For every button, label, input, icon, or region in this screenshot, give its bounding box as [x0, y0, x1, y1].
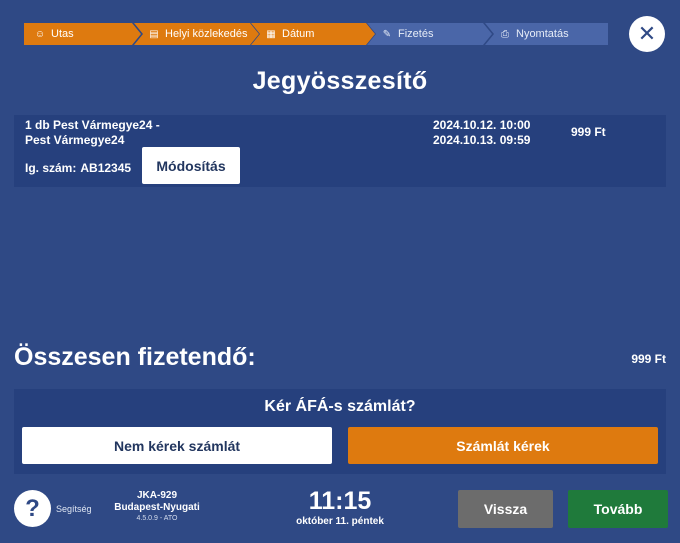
- step-utas[interactable]: ☺ Utas: [24, 23, 141, 45]
- device-version: 4.5.0.9 - ATO: [136, 515, 178, 522]
- printer-icon: ⎙: [501, 28, 509, 40]
- ticket-id-value: AB12345: [80, 161, 132, 175]
- close-button[interactable]: ✕: [629, 16, 665, 52]
- close-icon: ✕: [637, 21, 657, 46]
- clock-time: 11:15: [308, 487, 372, 515]
- request-invoice-button[interactable]: Számlát kérek: [348, 427, 658, 464]
- ticket-row: 1 db Pest Vármegye24 - Pest Vármegye24 I…: [14, 115, 666, 187]
- total-value: 999 Ft: [631, 352, 666, 366]
- tickets-icon: ✎: [382, 28, 392, 40]
- step-nyomtatas: ⎙ Nyomtatás: [485, 23, 608, 45]
- progress-stepper: ☺ Utas ▤ Helyi közlekedés ▦ Dátum ✎ Fize…: [24, 23, 608, 45]
- device-id: JKA-929: [136, 490, 178, 501]
- ticket-id-label: Ig. szám:: [25, 161, 77, 175]
- ticket-name: 1 db Pest Vármegye24 - Pest Vármegye24: [25, 118, 205, 148]
- help-button[interactable]: ?: [14, 490, 51, 527]
- total-label: Összesen fizetendő:: [14, 343, 256, 371]
- clock: 11:15 október 11. péntek: [280, 486, 400, 528]
- step-helyi-kozlekedes[interactable]: ▤ Helyi közlekedés: [134, 23, 259, 45]
- valid-to: 2024.10.13. 09:59: [433, 133, 531, 147]
- device-info: JKA-929 Budapest-Nyugati 4.5.0.9 - ATO: [104, 490, 210, 524]
- next-button[interactable]: Tovább: [568, 490, 668, 528]
- step-fizetes: ✎ Fizetés: [367, 23, 492, 45]
- invoice-question: Kér ÁFÁ-s számlát?: [264, 398, 416, 415]
- ticket-validity: 2024.10.12. 10:00 2024.10.13. 09:59: [433, 118, 530, 148]
- step-label: Helyi közlekedés: [165, 28, 248, 40]
- back-button[interactable]: Vissza: [458, 490, 553, 528]
- ticket-price: 999 Ft: [571, 125, 606, 139]
- valid-from: 2024.10.12. 10:00: [433, 118, 531, 132]
- step-datum[interactable]: ▦ Dátum: [251, 23, 375, 45]
- device-location: Budapest-Nyugati: [114, 502, 200, 513]
- step-label: Utas: [51, 28, 74, 40]
- ticket-id: Ig. szám: AB12345: [25, 161, 131, 175]
- calendar-icon: ▦: [266, 28, 276, 40]
- page-title: Jegyösszesítő: [252, 67, 428, 95]
- step-label: Nyomtatás: [516, 28, 569, 40]
- person-icon: ☺: [34, 28, 46, 40]
- step-label: Dátum: [282, 28, 315, 40]
- modify-button[interactable]: Módosítás: [142, 147, 240, 184]
- clock-date: október 11. péntek: [296, 516, 384, 527]
- question-icon: ?: [25, 494, 40, 522]
- help-label: Segítség: [56, 504, 92, 514]
- invoice-panel: Kér ÁFÁ-s számlát? Nem kérek számlát Szá…: [14, 389, 666, 474]
- ticket-name-line2: Pest Vármegye24: [25, 133, 125, 147]
- step-label: Fizetés: [398, 28, 434, 40]
- bus-icon: ▤: [149, 28, 159, 40]
- no-invoice-button[interactable]: Nem kérek számlát: [22, 427, 332, 464]
- ticket-name-line1: 1 db Pest Vármegye24 -: [25, 118, 160, 132]
